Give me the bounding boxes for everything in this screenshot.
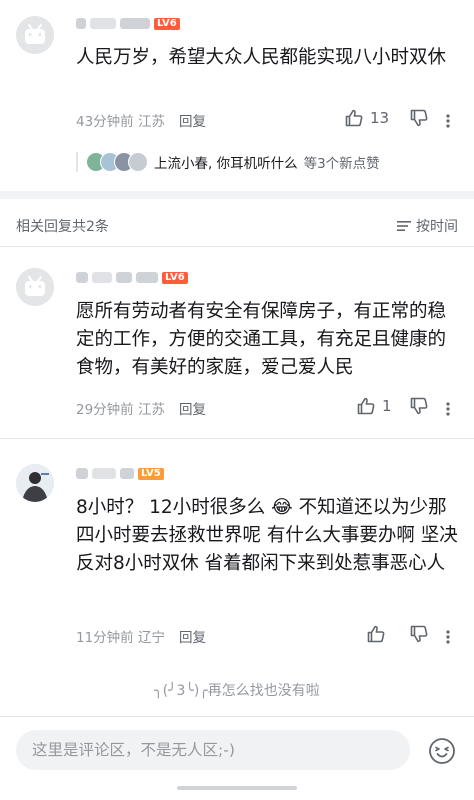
avatar[interactable] [16,464,54,502]
laughing-crying-emoji-icon: 😂 [271,497,293,518]
comment-location: 江苏 [137,114,165,130]
sort-button[interactable]: 按时间 [397,216,458,236]
comment-text: 愿所有劳动者有安全有保障房子，有正常的稳定的工作，方便的交通工具，有充足且健康的… [76,301,447,378]
username[interactable]: LV6 [76,17,180,30]
comment-meta: 11分钟前 辽宁 回复 [76,626,206,646]
smiley-icon [429,738,455,764]
liker-avatars [86,152,154,172]
username[interactable]: LV6 [76,271,188,284]
comment-input[interactable] [16,730,410,770]
dislike-button[interactable] [409,396,429,416]
comment-time: 11分钟前 [76,630,134,646]
dislike-button[interactable] [409,624,429,644]
comment-meta: 43分钟前 江苏 回复 [76,110,206,130]
thumbs-down-icon [410,109,428,127]
level-badge: LV5 [138,467,164,480]
header-divider [0,246,474,247]
section-divider [0,191,474,199]
comment-time: 43分钟前 [76,114,134,130]
like-button[interactable] [366,624,386,644]
bottom-divider [0,716,474,717]
thumbs-up-icon [367,625,385,643]
comment-divider [0,438,474,439]
reply-button[interactable]: 回复 [179,110,206,130]
thumbs-down-icon [410,397,428,415]
comment-meta: 29分钟前 江苏 回复 [76,398,206,418]
liked-by-divider [76,152,78,172]
level-badge: LV6 [162,271,188,284]
like-count: 1 [382,397,392,415]
comment-location: 辽宁 [137,630,165,646]
like-count: 13 [370,109,390,127]
thumbs-up-icon [357,397,375,415]
dislike-button[interactable] [409,108,429,128]
comment-time: 29分钟前 [76,402,134,418]
like-button[interactable]: 1 [356,396,392,416]
more-icon[interactable] [446,402,450,416]
thumbs-down-icon [410,625,428,643]
tv-mascot-icon [16,16,54,54]
comment-text: 8小时？ 12小时很多么 😂 不知道还以为少那四小时要去拯救世界呢 有什么大事要… [76,494,462,578]
user-photo-icon [16,464,54,502]
reply-button[interactable]: 回复 [179,626,206,646]
avatar [128,152,148,172]
avatar[interactable] [16,268,54,306]
like-button[interactable]: 13 [344,108,389,128]
end-of-list-message: ╮(╯3╰)╭再怎么找也没有啦 [154,683,320,699]
comment-text-part: 8小时？ 12小时很多么 [76,497,266,518]
sort-icon [397,221,411,231]
liker-suffix: 等3个新点赞 [303,156,380,172]
home-indicator [177,786,297,790]
emoji-button[interactable] [428,737,456,765]
avatar[interactable] [16,16,54,54]
liker-names[interactable]: 上流小春, 你耳机听什么 [154,152,298,172]
tv-mascot-icon [16,268,54,306]
comment-text: 人民万岁，希望大众人民都能实现八小时双休 [76,47,447,68]
related-count: 相关回复共2条 [16,219,109,235]
comment-input-box[interactable] [16,730,410,770]
liked-by-row[interactable]: 上流小春, 你耳机听什么 等3个新点赞 [86,152,380,172]
more-icon[interactable] [446,630,450,644]
sort-label: 按时间 [416,219,458,235]
comment-location: 江苏 [137,402,165,418]
more-icon[interactable] [446,114,450,128]
thumbs-up-icon [345,109,363,127]
level-badge: LV6 [154,17,180,30]
username[interactable]: LV5 [76,467,164,480]
reply-button[interactable]: 回复 [179,398,206,418]
